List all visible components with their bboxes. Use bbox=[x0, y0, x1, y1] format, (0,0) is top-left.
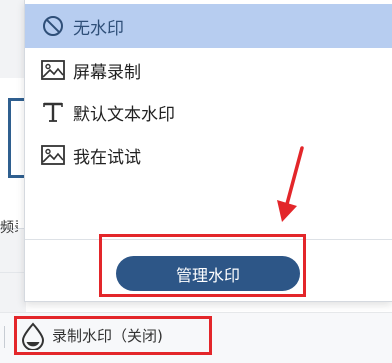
text-icon bbox=[41, 100, 65, 124]
background-cut-text: 频录 bbox=[0, 220, 18, 236]
annotation-highlight-box bbox=[99, 234, 306, 297]
bottom-toolbar-separator bbox=[4, 326, 5, 348]
annotation-highlight-box bbox=[14, 316, 212, 355]
menu-item-label: 我在试试 bbox=[73, 147, 141, 168]
image-icon bbox=[41, 143, 65, 167]
menu-item-label: 默认文本水印 bbox=[73, 104, 175, 125]
annotation-arrow-icon bbox=[277, 146, 304, 222]
menu-item-no-watermark[interactable]: 无水印 bbox=[25, 4, 392, 48]
menu-item-trying[interactable]: 我在试试 bbox=[25, 133, 392, 177]
menu-item-screen-recording[interactable]: 屏幕录制 bbox=[25, 48, 392, 92]
no-symbol-icon bbox=[41, 14, 65, 38]
menu-item-default-text-watermark[interactable]: 默认文本水印 bbox=[25, 90, 392, 134]
menu-item-label: 无水印 bbox=[73, 18, 124, 39]
menu-item-label: 屏幕录制 bbox=[73, 62, 141, 83]
image-icon bbox=[41, 58, 65, 82]
